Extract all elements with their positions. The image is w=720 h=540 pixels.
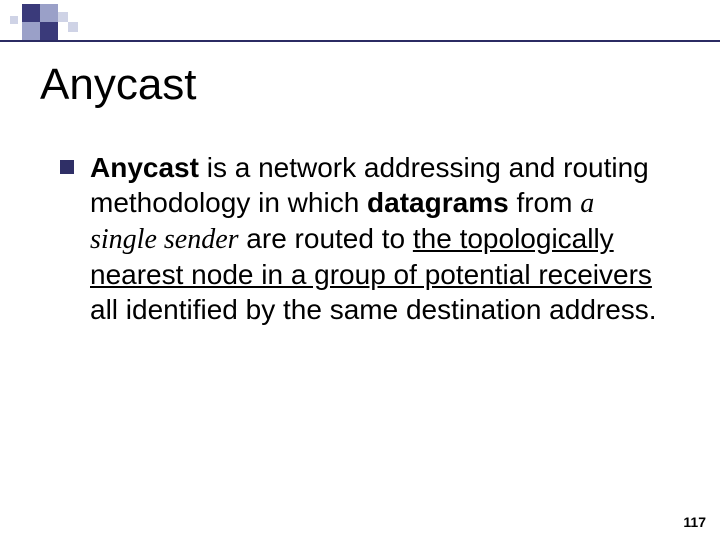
text-bold: datagrams (367, 187, 509, 218)
slide-title: Anycast (40, 60, 197, 110)
body-area: Anycast is a network addressing and rout… (60, 150, 660, 327)
slide-decoration (0, 0, 720, 42)
bullet-item: Anycast is a network addressing and rout… (60, 150, 660, 327)
text: are routed to (239, 223, 413, 254)
deco-square (40, 22, 58, 40)
text: all identified by the same destination a… (90, 294, 657, 325)
bullet-icon (60, 160, 74, 174)
deco-square (40, 4, 58, 22)
deco-square (22, 22, 40, 40)
page-number: 117 (683, 514, 706, 530)
deco-square (10, 16, 18, 24)
deco-square (58, 12, 68, 22)
title-underline (0, 40, 720, 42)
text-bold: Anycast (90, 152, 199, 183)
deco-square (68, 22, 78, 32)
text: from (509, 187, 581, 218)
bullet-text: Anycast is a network addressing and rout… (90, 150, 660, 327)
deco-square (22, 4, 40, 22)
